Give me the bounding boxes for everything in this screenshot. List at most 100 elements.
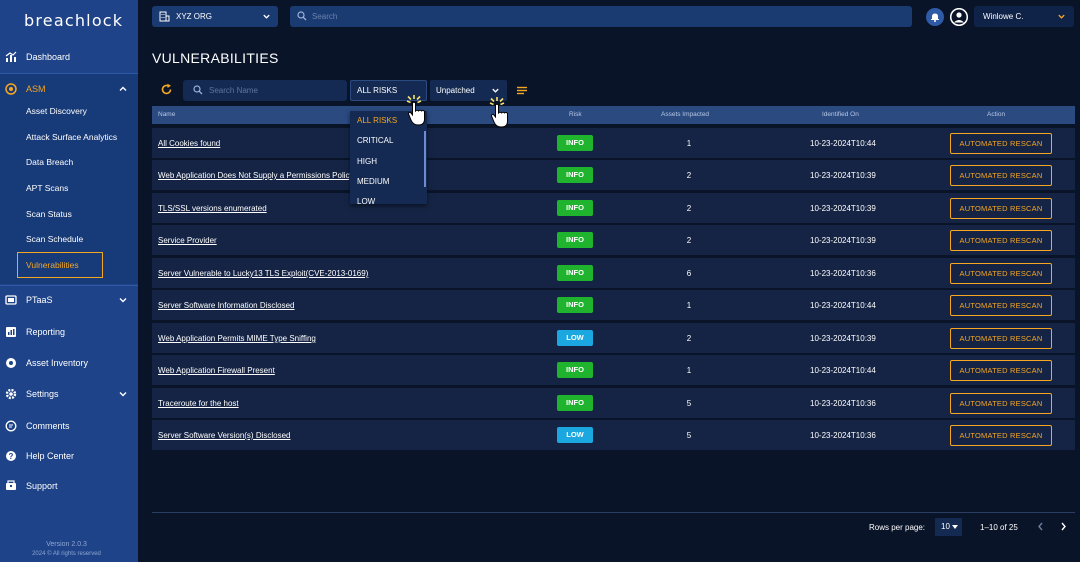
table-row: Web Application Firewall Present INFO 1 … [152,355,1075,385]
sidebar-subitem-data-breach[interactable]: Data Breach [26,155,73,169]
caret-down-icon [952,525,958,529]
vuln-name-link[interactable]: Server Software Version(s) Disclosed [158,431,291,440]
risk-option-medium[interactable]: MEDIUM [350,172,424,192]
col-assets[interactable]: Assets Impacted [661,111,709,118]
sidebar-item-label: Dashboard [26,52,71,62]
org-name: XYZ ORG [176,12,213,21]
assets-count: 1 [686,139,692,148]
notification-button[interactable] [926,8,944,26]
risk-option-low[interactable]: LOW [350,192,424,204]
automated-rescan-button[interactable]: AUTOMATED RESCAN [950,133,1052,154]
ptaas-icon [5,294,17,306]
identified-date: 10-23-2024T10:36 [810,269,876,278]
identified-date: 10-23-2024T10:39 [810,236,876,245]
rows-per-page-value: 10 [941,522,950,531]
assets-count: 2 [686,334,692,343]
sidebar-subitem-apt-scans[interactable]: APT Scans [26,181,68,195]
target-icon [5,83,17,95]
sidebar-item-label: Asset Inventory [26,358,89,368]
risk-option-critical[interactable]: CRITICAL [350,131,424,151]
report-icon [5,326,17,338]
assets-count: 5 [686,431,692,440]
sidebar-item-label: Support [26,481,58,491]
automated-rescan-button[interactable]: AUTOMATED RESCAN [950,198,1052,219]
vuln-name-link[interactable]: Service Provider [158,236,217,245]
filter-icon[interactable] [516,86,528,95]
automated-rescan-button[interactable]: AUTOMATED RESCAN [950,230,1052,251]
hand-cursor-icon [489,97,508,128]
risk-badge: LOW [557,330,593,346]
rows-per-page-select[interactable]: 10 [935,518,962,536]
chevron-down-icon [1058,14,1065,19]
version-text: Version 2.0.3 [46,541,87,548]
assets-count: 1 [686,301,692,310]
sidebar-subitem-attack-surface-analytics[interactable]: Attack Surface Analytics [26,130,117,144]
sidebar-item-label: PTaaS [26,295,53,305]
risk-option-high[interactable]: HIGH [350,152,424,172]
search-name-input[interactable] [209,83,341,98]
search-input[interactable] [312,9,892,24]
automated-rescan-button[interactable]: AUTOMATED RESCAN [950,328,1052,349]
refresh-icon[interactable] [160,83,173,96]
vuln-name-link[interactable]: Server Software Information Disclosed [158,301,295,310]
automated-rescan-button[interactable]: AUTOMATED RESCAN [950,425,1052,446]
automated-rescan-button[interactable]: AUTOMATED RESCAN [950,295,1052,316]
name-search[interactable] [183,80,347,101]
dropdown-scrollbar[interactable] [424,131,426,187]
sidebar-item-asm[interactable]: ASM [0,77,138,101]
chevron-right-icon[interactable] [1059,521,1068,532]
sidebar-item-comments[interactable]: Comments [0,414,138,438]
automated-rescan-button[interactable]: AUTOMATED RESCAN [950,263,1052,284]
sidebar-item-support[interactable]: Support [0,474,138,498]
table-row: Web Application Permits MIME Type Sniffi… [152,323,1075,353]
vuln-name-link[interactable]: Web Application Permits MIME Type Sniffi… [158,334,316,343]
sidebar-item-reporting[interactable]: Reporting [0,320,138,344]
col-risk[interactable]: Risk [569,111,582,118]
identified-date: 10-23-2024T10:36 [810,431,876,440]
col-name[interactable]: Name [158,111,175,118]
assets-count: 2 [686,171,692,180]
col-identified[interactable]: Identified On [822,111,859,118]
vuln-name-link[interactable]: TLS/SSL versions enumerated [158,204,267,213]
col-action: Action [987,111,1006,118]
sidebar-subitem-scan-schedule[interactable]: Scan Schedule [26,232,83,246]
automated-rescan-button[interactable]: AUTOMATED RESCAN [950,393,1052,414]
user-icon [950,8,968,26]
global-search[interactable] [290,6,912,27]
sidebar-item-label: Help Center [26,451,75,461]
sidebar-item-label: ASM [26,84,46,94]
sidebar-item-dashboard[interactable]: Dashboard [0,45,138,69]
risk-badge: INFO [557,265,593,281]
sidebar-item-settings[interactable]: Settings [0,382,138,406]
sidebar-item-help-center[interactable]: ? Help Center [0,444,138,468]
chevron-left-icon[interactable] [1036,521,1045,532]
user-menu[interactable]: Winlowe C. [974,6,1074,27]
inventory-icon [5,357,17,369]
sidebar-item-ptaas[interactable]: PTaaS [0,288,138,312]
vuln-name-link[interactable]: All Cookies found [158,139,220,148]
chevron-down-icon[interactable] [118,389,128,399]
brand-logo[interactable]: breachlock [24,11,123,30]
sidebar-item-asset-inventory[interactable]: Asset Inventory [0,351,138,375]
vuln-name-link[interactable]: Traceroute for the host [158,399,239,408]
automated-rescan-button[interactable]: AUTOMATED RESCAN [950,165,1052,186]
vuln-name-link[interactable]: Web Application Does Not Supply a Permis… [158,171,354,180]
identified-date: 10-23-2024T10:36 [810,399,876,408]
chevron-up-icon[interactable] [118,84,128,94]
chevron-down-icon[interactable] [118,295,128,305]
sidebar-subitem-scan-status[interactable]: Scan Status [26,207,72,221]
sidebar-subitem-asset-discovery[interactable]: Asset Discovery [26,104,87,118]
assets-count: 5 [686,399,692,408]
vuln-name-link[interactable]: Web Application Firewall Present [158,366,275,375]
divider [0,285,138,286]
assets-count: 1 [686,366,692,375]
automated-rescan-button[interactable]: AUTOMATED RESCAN [950,360,1052,381]
search-icon [297,11,307,21]
vuln-name-link[interactable]: Server Vulnerable to Lucky13 TLS Exploit… [158,269,368,278]
rows-per-page-label: Rows per page: [869,523,926,532]
sidebar-subitem-vulnerabilities[interactable]: Vulnerabilities [17,252,103,278]
risk-badge: INFO [557,232,593,248]
avatar[interactable] [950,8,968,26]
sidebar: breachlock Dashboard ASM Asset Discovery… [0,0,138,562]
org-select[interactable]: XYZ ORG [152,6,278,27]
